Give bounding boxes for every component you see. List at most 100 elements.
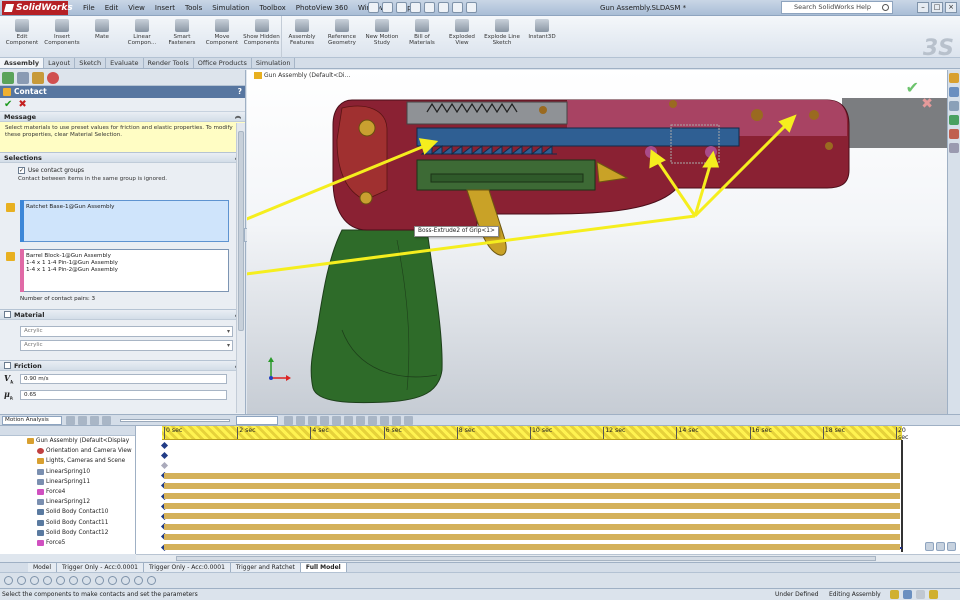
close-icon[interactable]: × [945,2,957,13]
custom-properties-icon[interactable] [949,143,959,153]
menu-view[interactable]: View [123,0,150,16]
select-icon[interactable] [438,2,449,13]
tree-item-force5[interactable]: Force5 [0,538,135,548]
selections-group-header[interactable]: Selections︽ [0,153,245,163]
panel-scrollbar[interactable] [236,123,245,413]
contact-group2-listbox[interactable]: Barrel Block-1@Gun Assembly 1-4 x 1 1-4 … [20,249,229,292]
timeline-scrollbar[interactable] [136,554,960,561]
study-properties-icon[interactable] [404,416,413,425]
explode-line-sketch-button[interactable]: Explode Line Sketch [482,16,522,58]
gun-assembly-model[interactable] [247,70,947,414]
options-icon[interactable] [466,2,477,13]
rectangle-icon[interactable] [134,576,143,585]
tab-evaluate[interactable]: Evaluate [106,58,144,68]
tree-item-spring11[interactable]: LinearSpring11 [0,477,135,487]
instant3d-button[interactable]: Instant3D [522,16,562,58]
info-icon[interactable] [929,590,938,599]
offset-icon[interactable] [108,576,117,585]
show-hidden-components-button[interactable]: Show Hidden Components [242,16,282,58]
frame-pin[interactable] [809,110,819,120]
list-item[interactable]: Barrel Block-1@Gun Assembly [26,253,223,260]
timeline-bar[interactable] [164,493,900,499]
open-icon[interactable] [382,2,393,13]
timeline-bar[interactable] [164,523,900,530]
print-icon[interactable] [410,2,421,13]
zoom-fit-icon[interactable] [925,542,934,551]
home-icon[interactable] [949,73,959,83]
smart-fasteners-button[interactable]: Smart Fasteners [162,16,202,58]
linear-component-pattern-button[interactable]: Linear Compon... [122,16,162,58]
ratchet-base[interactable] [416,127,740,147]
tab-office-products[interactable]: Office Products [193,58,252,68]
appearances-icon[interactable] [949,129,959,139]
zoom-in-icon[interactable] [936,542,945,551]
frame-pin[interactable] [669,100,677,108]
circle-icon[interactable] [30,576,39,585]
exploded-view-button[interactable]: Exploded View [442,16,482,58]
confirm-cancel-icon[interactable]: ✖ [921,96,933,112]
timeline-bar[interactable] [164,472,900,479]
pivot-pin[interactable] [359,191,373,205]
minimize-icon[interactable]: – [917,2,929,13]
configuration-manager-icon[interactable] [32,72,44,84]
tree-item-lights[interactable]: Lights, Cameras and Scene [0,456,135,466]
flyout-feature-tree[interactable]: Gun Assembly (Default<Di... [254,72,350,79]
contact-tool-icon[interactable] [368,416,377,425]
display-manager-icon[interactable] [47,72,59,84]
spline-icon[interactable] [121,576,130,585]
help-icon[interactable] [916,590,925,599]
tab-simulation[interactable]: Simulation [251,58,296,68]
tree-item-contact12[interactable]: Solid Body Contact12 [0,528,135,538]
results-icon[interactable] [392,416,401,425]
bill-of-materials-button[interactable]: Bill of Materials [402,16,442,58]
material2-select[interactable]: Acrylic [20,340,233,351]
pivot-pin[interactable] [358,119,376,137]
zoom-out-icon[interactable] [947,542,956,551]
line-icon[interactable] [17,576,26,585]
friction-coefficient-field[interactable]: 0.65 [20,389,227,400]
stop-icon[interactable] [102,416,111,425]
reference-geometry-button[interactable]: Reference Geometry [322,16,362,58]
gravity-icon[interactable] [380,416,389,425]
play-from-start-icon[interactable] [78,416,87,425]
tree-item-assembly[interactable]: Gun Assembly (Default<Display [0,436,135,446]
polygon-icon[interactable] [147,576,156,585]
keyframe-diamond[interactable] [160,441,169,449]
motion-timeline[interactable]: 0 sec 2 sec 4 sec 6 sec 8 sec 10 sec 12 sec 14 … [136,426,960,554]
view-palette-icon[interactable] [949,115,959,125]
scrollbar-thumb[interactable] [176,556,876,561]
message-group-header[interactable]: Message ︽ [0,112,245,122]
trim-icon[interactable] [56,576,65,585]
move-component-button[interactable]: Move Component [202,16,242,58]
frame-pin[interactable] [751,109,763,121]
dimension-icon[interactable] [82,576,91,585]
cancel-x-icon[interactable]: ✖ [18,100,26,110]
tree-item-spring12[interactable]: LinearSpring12 [0,497,135,507]
calculate-icon[interactable] [66,416,75,425]
new-icon[interactable] [368,2,379,13]
timeline-bar[interactable] [164,533,900,540]
tab-sketch[interactable]: Sketch [75,58,107,68]
new-motion-study-button[interactable]: New Motion Study [362,16,402,58]
insert-components-button[interactable]: Insert Components [42,16,82,58]
search-input[interactable]: Search SolidWorks Help [781,1,893,14]
tab-trigger-only-2[interactable]: Trigger Only - Acc:0.0001 [143,563,231,572]
material-group-header[interactable]: Material︽ [0,310,245,320]
timeline-bar[interactable] [164,513,900,520]
autokey-icon[interactable] [308,416,317,425]
friction-group-header[interactable]: Friction︽ [0,361,245,371]
use-contact-groups-checkbox[interactable]: ✓ [18,167,25,174]
maximize-icon[interactable]: □ [931,2,943,13]
spring-icon[interactable] [332,416,341,425]
file-explorer-icon[interactable] [949,101,959,111]
ok-check-icon[interactable]: ✔ [4,100,12,110]
tab-full-model[interactable]: Full Model [300,563,347,572]
save-animation-icon[interactable] [284,416,293,425]
menu-insert[interactable]: Insert [150,0,180,16]
tree-item-force4[interactable]: Force4 [0,487,135,497]
assembly-features-button[interactable]: Assembly Features [282,16,322,58]
edit-component-button[interactable]: Edit Component [2,16,42,58]
force-icon[interactable] [356,416,365,425]
help-icon[interactable]: ? [238,86,242,98]
animation-wizard-icon[interactable] [296,416,305,425]
